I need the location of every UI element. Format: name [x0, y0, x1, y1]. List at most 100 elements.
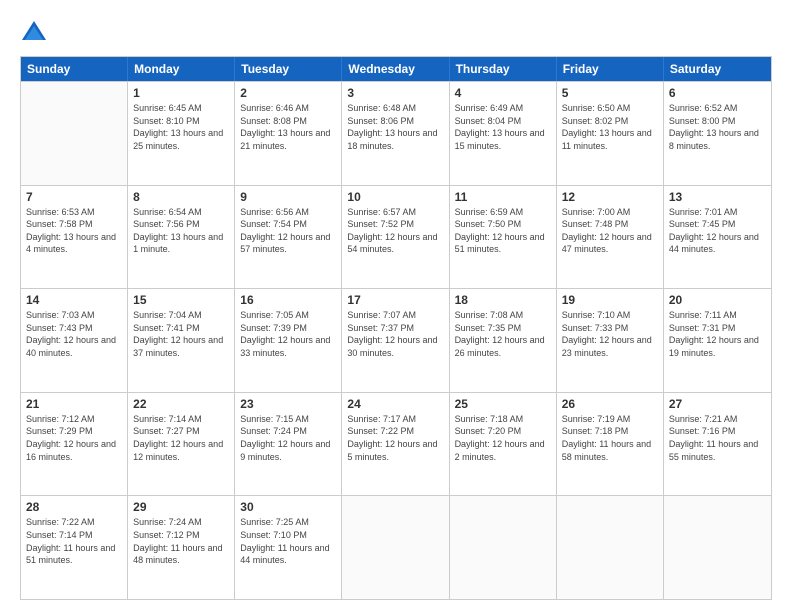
cell-info: Sunrise: 6:45 AMSunset: 8:10 PMDaylight:… — [133, 102, 229, 152]
cell-day-number: 16 — [240, 293, 336, 307]
calendar-cell: 7 Sunrise: 6:53 AMSunset: 7:58 PMDaylight… — [21, 186, 128, 289]
calendar-cell: 21 Sunrise: 7:12 AMSunset: 7:29 PMDayligh… — [21, 393, 128, 496]
cell-day-number: 27 — [669, 397, 766, 411]
cell-day-number: 21 — [26, 397, 122, 411]
calendar-cell: 11 Sunrise: 6:59 AMSunset: 7:50 PMDayligh… — [450, 186, 557, 289]
weekday-header: Wednesday — [342, 57, 449, 81]
cell-day-number: 24 — [347, 397, 443, 411]
calendar-cell: 15 Sunrise: 7:04 AMSunset: 7:41 PMDayligh… — [128, 289, 235, 392]
weekday-header: Thursday — [450, 57, 557, 81]
header — [20, 18, 772, 46]
calendar-cell — [450, 496, 557, 599]
cell-info: Sunrise: 7:03 AMSunset: 7:43 PMDaylight:… — [26, 309, 122, 359]
calendar-cell: 17 Sunrise: 7:07 AMSunset: 7:37 PMDayligh… — [342, 289, 449, 392]
cell-info: Sunrise: 7:04 AMSunset: 7:41 PMDaylight:… — [133, 309, 229, 359]
calendar: SundayMondayTuesdayWednesdayThursdayFrid… — [20, 56, 772, 600]
cell-info: Sunrise: 7:14 AMSunset: 7:27 PMDaylight:… — [133, 413, 229, 463]
cell-info: Sunrise: 6:52 AMSunset: 8:00 PMDaylight:… — [669, 102, 766, 152]
calendar-cell: 16 Sunrise: 7:05 AMSunset: 7:39 PMDayligh… — [235, 289, 342, 392]
calendar-cell: 26 Sunrise: 7:19 AMSunset: 7:18 PMDayligh… — [557, 393, 664, 496]
cell-day-number: 4 — [455, 86, 551, 100]
cell-info: Sunrise: 6:53 AMSunset: 7:58 PMDaylight:… — [26, 206, 122, 256]
cell-day-number: 13 — [669, 190, 766, 204]
cell-info: Sunrise: 6:46 AMSunset: 8:08 PMDaylight:… — [240, 102, 336, 152]
weekday-header: Saturday — [664, 57, 771, 81]
cell-day-number: 26 — [562, 397, 658, 411]
calendar-cell: 6 Sunrise: 6:52 AMSunset: 8:00 PMDaylight… — [664, 82, 771, 185]
cell-info: Sunrise: 6:48 AMSunset: 8:06 PMDaylight:… — [347, 102, 443, 152]
calendar-cell: 14 Sunrise: 7:03 AMSunset: 7:43 PMDayligh… — [21, 289, 128, 392]
cell-info: Sunrise: 7:07 AMSunset: 7:37 PMDaylight:… — [347, 309, 443, 359]
calendar-cell: 5Sunrise: 6:50 AMSunset: 8:02 PMDaylight… — [557, 82, 664, 185]
cell-day-number: 14 — [26, 293, 122, 307]
calendar-row: 1 Sunrise: 6:45 AMSunset: 8:10 PMDaylight… — [21, 81, 771, 185]
cell-info: Sunrise: 6:56 AMSunset: 7:54 PMDaylight:… — [240, 206, 336, 256]
cell-day-number: 22 — [133, 397, 229, 411]
cell-day-number: 23 — [240, 397, 336, 411]
calendar-cell: 22 Sunrise: 7:14 AMSunset: 7:27 PMDayligh… — [128, 393, 235, 496]
calendar-row: 14 Sunrise: 7:03 AMSunset: 7:43 PMDayligh… — [21, 288, 771, 392]
cell-info: Sunrise: 6:57 AMSunset: 7:52 PMDaylight:… — [347, 206, 443, 256]
cell-day-number: 17 — [347, 293, 443, 307]
calendar-cell: 1 Sunrise: 6:45 AMSunset: 8:10 PMDaylight… — [128, 82, 235, 185]
weekday-header: Tuesday — [235, 57, 342, 81]
cell-day-number: 2 — [240, 86, 336, 100]
calendar-cell — [557, 496, 664, 599]
calendar-header: SundayMondayTuesdayWednesdayThursdayFrid… — [21, 57, 771, 81]
cell-day-number: 7 — [26, 190, 122, 204]
logo — [20, 18, 52, 46]
cell-day-number: 6 — [669, 86, 766, 100]
cell-day-number: 10 — [347, 190, 443, 204]
cell-day-number: 28 — [26, 500, 122, 514]
calendar-body: 1 Sunrise: 6:45 AMSunset: 8:10 PMDaylight… — [21, 81, 771, 599]
cell-info: Sunrise: 7:11 AMSunset: 7:31 PMDaylight:… — [669, 309, 766, 359]
cell-info: Sunrise: 7:08 AMSunset: 7:35 PMDaylight:… — [455, 309, 551, 359]
calendar-cell: 30Sunrise: 7:25 AMSunset: 7:10 PMDayligh… — [235, 496, 342, 599]
cell-info: Sunrise: 7:22 AMSunset: 7:14 PMDaylight:… — [26, 516, 122, 566]
calendar-cell: 9 Sunrise: 6:56 AMSunset: 7:54 PMDaylight… — [235, 186, 342, 289]
calendar-row: 7 Sunrise: 6:53 AMSunset: 7:58 PMDaylight… — [21, 185, 771, 289]
cell-info: Sunrise: 6:49 AMSunset: 8:04 PMDaylight:… — [455, 102, 551, 152]
weekday-header: Friday — [557, 57, 664, 81]
calendar-cell: 12 Sunrise: 7:00 AMSunset: 7:48 PMDayligh… — [557, 186, 664, 289]
cell-info: Sunrise: 7:15 AMSunset: 7:24 PMDaylight:… — [240, 413, 336, 463]
cell-info: Sunrise: 6:59 AMSunset: 7:50 PMDaylight:… — [455, 206, 551, 256]
calendar-cell: 13 Sunrise: 7:01 AMSunset: 7:45 PMDayligh… — [664, 186, 771, 289]
cell-day-number: 11 — [455, 190, 551, 204]
cell-day-number: 8 — [133, 190, 229, 204]
cell-info: Sunrise: 7:24 AMSunset: 7:12 PMDaylight:… — [133, 516, 229, 566]
cell-day-number: 1 — [133, 86, 229, 100]
cell-info: Sunrise: 7:25 AMSunset: 7:10 PMDaylight:… — [240, 516, 336, 566]
cell-info: Sunrise: 7:17 AMSunset: 7:22 PMDaylight:… — [347, 413, 443, 463]
cell-info: Sunrise: 7:19 AMSunset: 7:18 PMDaylight:… — [562, 413, 658, 463]
cell-info: Sunrise: 7:21 AMSunset: 7:16 PMDaylight:… — [669, 413, 766, 463]
calendar-cell: 8 Sunrise: 6:54 AMSunset: 7:56 PMDaylight… — [128, 186, 235, 289]
calendar-cell: 20Sunrise: 7:11 AMSunset: 7:31 PMDayligh… — [664, 289, 771, 392]
cell-day-number: 12 — [562, 190, 658, 204]
calendar-cell: 24 Sunrise: 7:17 AMSunset: 7:22 PMDayligh… — [342, 393, 449, 496]
calendar-cell: 25Sunrise: 7:18 AMSunset: 7:20 PMDayligh… — [450, 393, 557, 496]
cell-day-number: 25 — [455, 397, 551, 411]
calendar-cell: 3Sunrise: 6:48 AMSunset: 8:06 PMDaylight… — [342, 82, 449, 185]
cell-info: Sunrise: 7:01 AMSunset: 7:45 PMDaylight:… — [669, 206, 766, 256]
cell-info: Sunrise: 7:12 AMSunset: 7:29 PMDaylight:… — [26, 413, 122, 463]
calendar-cell: 4 Sunrise: 6:49 AMSunset: 8:04 PMDaylight… — [450, 82, 557, 185]
cell-day-number: 19 — [562, 293, 658, 307]
cell-day-number: 9 — [240, 190, 336, 204]
calendar-cell — [342, 496, 449, 599]
calendar-cell: 2 Sunrise: 6:46 AMSunset: 8:08 PMDaylight… — [235, 82, 342, 185]
cell-info: Sunrise: 6:54 AMSunset: 7:56 PMDaylight:… — [133, 206, 229, 256]
weekday-header: Monday — [128, 57, 235, 81]
cell-info: Sunrise: 6:50 AMSunset: 8:02 PMDaylight:… — [562, 102, 658, 152]
calendar-row: 21 Sunrise: 7:12 AMSunset: 7:29 PMDayligh… — [21, 392, 771, 496]
cell-day-number: 15 — [133, 293, 229, 307]
calendar-cell — [664, 496, 771, 599]
calendar-row: 28 Sunrise: 7:22 AMSunset: 7:14 PMDayligh… — [21, 495, 771, 599]
calendar-cell: 18Sunrise: 7:08 AMSunset: 7:35 PMDayligh… — [450, 289, 557, 392]
cell-info: Sunrise: 7:05 AMSunset: 7:39 PMDaylight:… — [240, 309, 336, 359]
calendar-cell: 28 Sunrise: 7:22 AMSunset: 7:14 PMDayligh… — [21, 496, 128, 599]
calendar-cell: 29 Sunrise: 7:24 AMSunset: 7:12 PMDayligh… — [128, 496, 235, 599]
cell-info: Sunrise: 7:00 AMSunset: 7:48 PMDaylight:… — [562, 206, 658, 256]
cell-day-number: 29 — [133, 500, 229, 514]
weekday-header: Sunday — [21, 57, 128, 81]
